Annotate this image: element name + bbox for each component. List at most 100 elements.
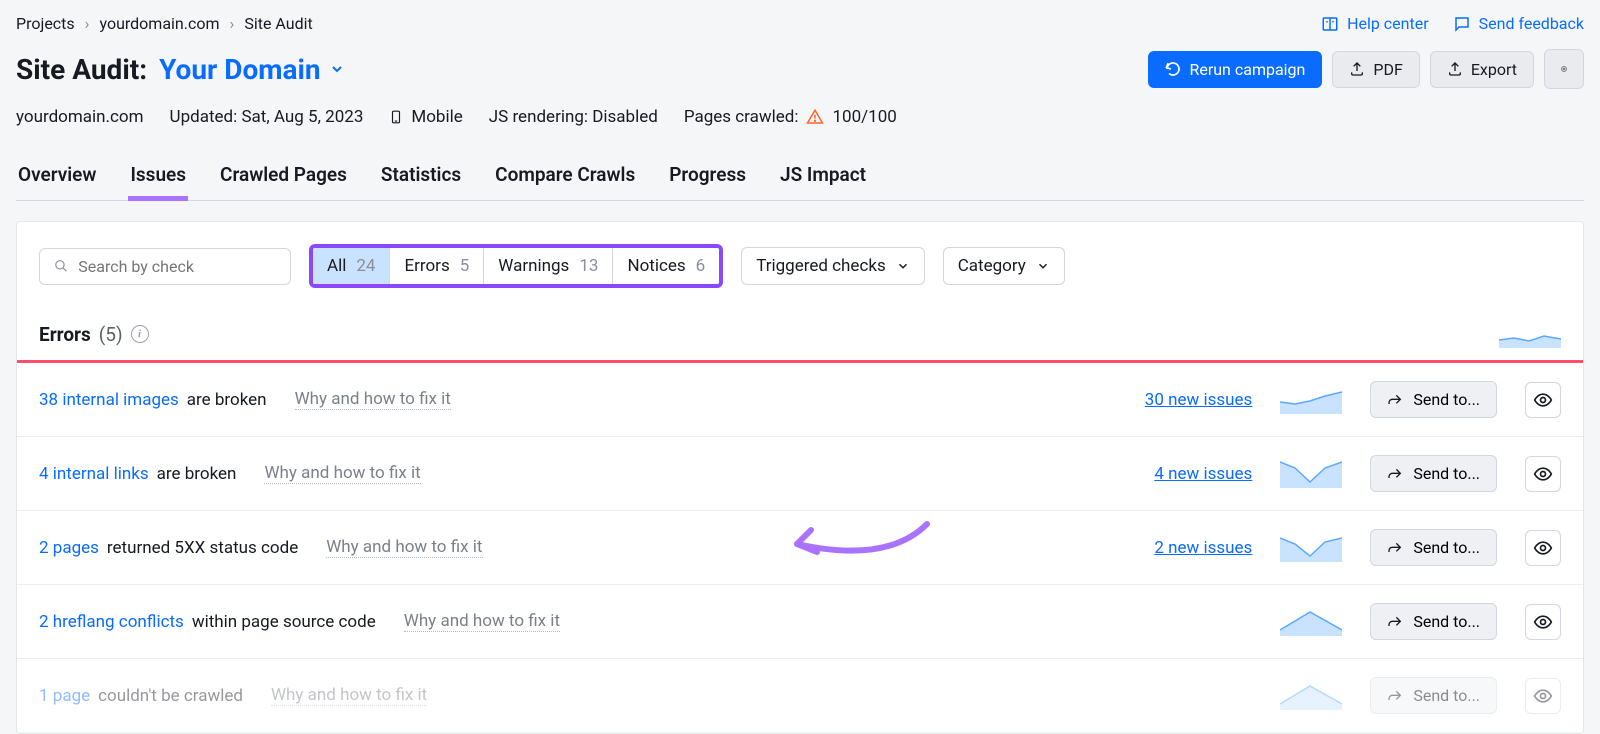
eye-icon [1533, 390, 1553, 410]
view-button[interactable] [1525, 456, 1561, 492]
meta-device: Mobile [389, 107, 462, 127]
export-button[interactable]: Export [1430, 51, 1534, 88]
issue-row: 38 internal images are broken Why and how… [17, 363, 1583, 437]
why-fix-link[interactable]: Why and how to fix it [271, 685, 427, 706]
view-button[interactable] [1525, 382, 1561, 418]
tab-bar: Overview Issues Crawled Pages Statistics Com… [16, 163, 1584, 201]
triggered-checks-dropdown[interactable]: Triggered checks [741, 247, 925, 285]
chevron-right-icon: › [230, 14, 235, 33]
crumb-current: Site Audit [244, 14, 312, 33]
new-issues-link[interactable]: 2 new issues [1154, 538, 1252, 558]
chevron-down-icon [896, 259, 910, 273]
filter-notices[interactable]: Notices6 [613, 248, 719, 284]
filter-warnings[interactable]: Warnings13 [484, 248, 613, 284]
send-to-button[interactable]: Send to... [1370, 381, 1497, 418]
tab-progress[interactable]: Progress [667, 163, 748, 200]
sparkline [1280, 608, 1342, 636]
issue-link[interactable]: 1 page [39, 686, 90, 706]
why-fix-link[interactable]: Why and how to fix it [326, 537, 482, 558]
crumb-domain[interactable]: yourdomain.com [99, 14, 219, 33]
new-issues-link[interactable]: 30 new issues [1145, 390, 1253, 410]
upload-icon [1349, 61, 1365, 77]
share-icon [1387, 614, 1403, 630]
issue-text: 4 internal links are broken [39, 464, 236, 484]
issue-text: 1 page couldn't be crawled [39, 686, 243, 706]
chat-icon [1453, 15, 1471, 33]
eye-icon [1533, 538, 1553, 558]
send-to-button[interactable]: Send to... [1370, 529, 1497, 566]
search-input[interactable] [78, 257, 276, 276]
mobile-icon [389, 107, 403, 127]
issue-text: 2 hreflang conflicts within page source … [39, 612, 376, 632]
view-button[interactable] [1525, 604, 1561, 640]
issue-row: 1 page couldn't be crawled Why and how to… [17, 659, 1583, 733]
filter-segment-group: All24 Errors5 Warnings13 Notices6 [309, 244, 723, 288]
rerun-campaign-button[interactable]: Rerun campaign [1148, 51, 1322, 88]
sparkline [1280, 386, 1342, 414]
send-to-button[interactable]: Send to... [1370, 455, 1497, 492]
page-title: Site Audit: [16, 53, 147, 86]
crumb-projects[interactable]: Projects [16, 14, 75, 33]
send-to-button[interactable]: Send to... [1370, 677, 1497, 714]
warning-icon [806, 108, 824, 126]
issue-link[interactable]: 38 internal images [39, 390, 179, 410]
why-fix-link[interactable]: Why and how to fix it [295, 389, 451, 410]
send-feedback-link[interactable]: Send feedback [1453, 14, 1584, 33]
issue-row: 2 pages returned 5XX status code Why and … [17, 511, 1583, 585]
view-button[interactable] [1525, 678, 1561, 714]
tab-js-impact[interactable]: JS Impact [778, 163, 868, 200]
view-button[interactable] [1525, 530, 1561, 566]
tab-statistics[interactable]: Statistics [379, 163, 463, 200]
pdf-button[interactable]: PDF [1332, 51, 1419, 88]
category-dropdown[interactable]: Category [943, 247, 1065, 285]
domain-label: Your Domain [159, 53, 321, 86]
upload-icon [1447, 61, 1463, 77]
tab-issues[interactable]: Issues [128, 163, 188, 200]
refresh-icon [1165, 61, 1181, 77]
search-input-wrap[interactable] [39, 248, 291, 285]
issue-link[interactable]: 4 internal links [39, 464, 149, 484]
filter-all[interactable]: All24 [313, 248, 390, 284]
meta-updated: Updated: Sat, Aug 5, 2023 [170, 107, 364, 127]
share-icon [1387, 392, 1403, 408]
tab-crawled-pages[interactable]: Crawled Pages [218, 163, 349, 200]
meta-crawled: Pages crawled: 100/100 [684, 107, 897, 127]
share-icon [1387, 688, 1403, 704]
export-label: Export [1471, 60, 1517, 79]
meta-js: JS rendering: Disabled [489, 107, 658, 127]
send-to-button[interactable]: Send to... [1370, 603, 1497, 640]
meta-bar: yourdomain.com Updated: Sat, Aug 5, 2023… [16, 107, 1584, 127]
chevron-down-icon [329, 61, 345, 77]
book-icon [1321, 15, 1339, 33]
help-center-label: Help center [1347, 14, 1429, 33]
section-title: Errors (5) i [39, 323, 149, 346]
help-center-link[interactable]: Help center [1321, 14, 1429, 33]
meta-domain: yourdomain.com [16, 107, 144, 127]
breadcrumb: Projects › yourdomain.com › Site Audit [16, 14, 313, 33]
eye-icon [1533, 464, 1553, 484]
issue-text: 38 internal images are broken [39, 390, 267, 410]
eye-icon [1533, 612, 1553, 632]
rerun-label: Rerun campaign [1189, 60, 1305, 79]
sparkline [1280, 682, 1342, 710]
share-icon [1387, 540, 1403, 556]
issue-link[interactable]: 2 pages [39, 538, 99, 558]
filter-errors[interactable]: Errors5 [390, 248, 484, 284]
issue-row: 2 hreflang conflicts within page source … [17, 585, 1583, 659]
why-fix-link[interactable]: Why and how to fix it [404, 611, 560, 632]
tab-compare-crawls[interactable]: Compare Crawls [493, 163, 637, 200]
domain-dropdown[interactable]: Your Domain [159, 53, 345, 86]
new-issues-link[interactable]: 4 new issues [1154, 464, 1252, 484]
gear-icon [1561, 60, 1567, 78]
sparkline [1280, 460, 1342, 488]
issue-text: 2 pages returned 5XX status code [39, 538, 298, 558]
settings-button[interactable] [1544, 49, 1584, 89]
sparkline-header [1499, 320, 1561, 348]
info-icon[interactable]: i [131, 325, 149, 343]
chevron-down-icon [1036, 259, 1050, 273]
issue-row: 4 internal links are broken Why and how t… [17, 437, 1583, 511]
tab-overview[interactable]: Overview [16, 163, 98, 200]
sparkline [1280, 534, 1342, 562]
why-fix-link[interactable]: Why and how to fix it [264, 463, 420, 484]
issue-link[interactable]: 2 hreflang conflicts [39, 612, 184, 632]
